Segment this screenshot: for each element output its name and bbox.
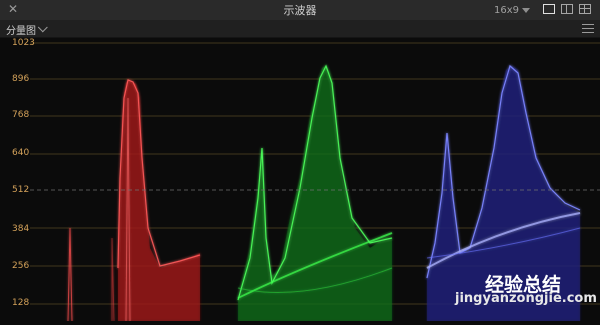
aspect-ratio-dropdown[interactable]: 16x9 <box>494 2 531 18</box>
y-tick-256: 256 <box>12 261 30 271</box>
aspect-ratio-label: 16x9 <box>494 4 520 16</box>
y-tick-1023: 1023 <box>12 38 35 48</box>
split-view-icon[interactable] <box>561 4 573 14</box>
watermark-url: jingyanzongjie.com <box>455 291 597 306</box>
chevron-down-icon <box>522 7 531 13</box>
scope-mode-dropdown[interactable]: 分量图 <box>6 22 48 37</box>
y-tick-512: 512 <box>12 185 30 195</box>
waveform-scope: 1023 896 768 640 512 384 256 128 经验总结 ji… <box>0 38 600 322</box>
y-tick-384: 384 <box>12 224 30 234</box>
chevron-down-icon <box>37 22 48 33</box>
y-tick-768: 768 <box>12 110 30 120</box>
scope-toolbar: 分量图 <box>0 20 600 38</box>
y-tick-896: 896 <box>12 74 30 84</box>
single-view-icon[interactable] <box>543 4 555 14</box>
green-channel-trace <box>237 64 393 321</box>
scope-mode-label: 分量图 <box>6 26 36 37</box>
y-tick-640: 640 <box>12 148 30 158</box>
close-icon[interactable]: ✕ <box>6 2 20 16</box>
sliders-icon[interactable] <box>582 23 594 33</box>
title-bar: ✕ 示波器 16x9 <box>0 0 600 21</box>
quad-view-icon[interactable] <box>579 4 591 14</box>
y-tick-128: 128 <box>12 298 30 308</box>
